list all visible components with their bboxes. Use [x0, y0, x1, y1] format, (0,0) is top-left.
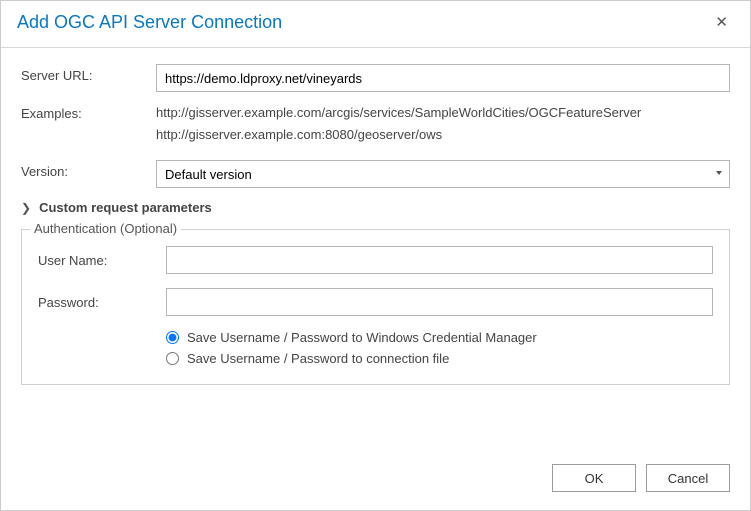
custom-params-expander[interactable]: ❯ Custom request parameters — [21, 200, 730, 215]
password-label: Password: — [38, 295, 166, 310]
auth-legend: Authentication (Optional) — [30, 221, 181, 236]
dialog-title: Add OGC API Server Connection — [17, 12, 282, 33]
server-url-input[interactable] — [156, 64, 730, 92]
save-connection-file-radio[interactable]: Save Username / Password to connection f… — [166, 351, 713, 366]
radio-credential-manager-label: Save Username / Password to Windows Cred… — [187, 330, 537, 345]
authentication-fieldset: Authentication (Optional) User Name: Pas… — [21, 229, 730, 385]
custom-params-label: Custom request parameters — [39, 200, 212, 215]
close-button[interactable]: ✕ — [709, 11, 734, 33]
example-url-1: http://gisserver.example.com/arcgis/serv… — [156, 102, 730, 124]
dialog-buttons: OK Cancel — [552, 464, 730, 492]
username-input[interactable] — [166, 246, 713, 274]
cancel-button[interactable]: Cancel — [646, 464, 730, 492]
titlebar: Add OGC API Server Connection ✕ — [1, 1, 750, 48]
server-url-label: Server URL: — [21, 64, 156, 83]
version-select[interactable] — [156, 160, 730, 188]
ok-button[interactable]: OK — [552, 464, 636, 492]
chevron-right-icon: ❯ — [21, 201, 31, 215]
username-label: User Name: — [38, 253, 166, 268]
radio-connection-file[interactable] — [166, 352, 179, 365]
save-credential-manager-radio[interactable]: Save Username / Password to Windows Cred… — [166, 330, 713, 345]
password-input[interactable] — [166, 288, 713, 316]
example-url-2: http://gisserver.example.com:8080/geoser… — [156, 124, 730, 146]
version-label: Version: — [21, 160, 156, 179]
examples-label: Examples: — [21, 102, 156, 121]
radio-connection-file-label: Save Username / Password to connection f… — [187, 351, 449, 366]
radio-credential-manager[interactable] — [166, 331, 179, 344]
dialog-content: Server URL: Examples: http://gisserver.e… — [1, 48, 750, 385]
